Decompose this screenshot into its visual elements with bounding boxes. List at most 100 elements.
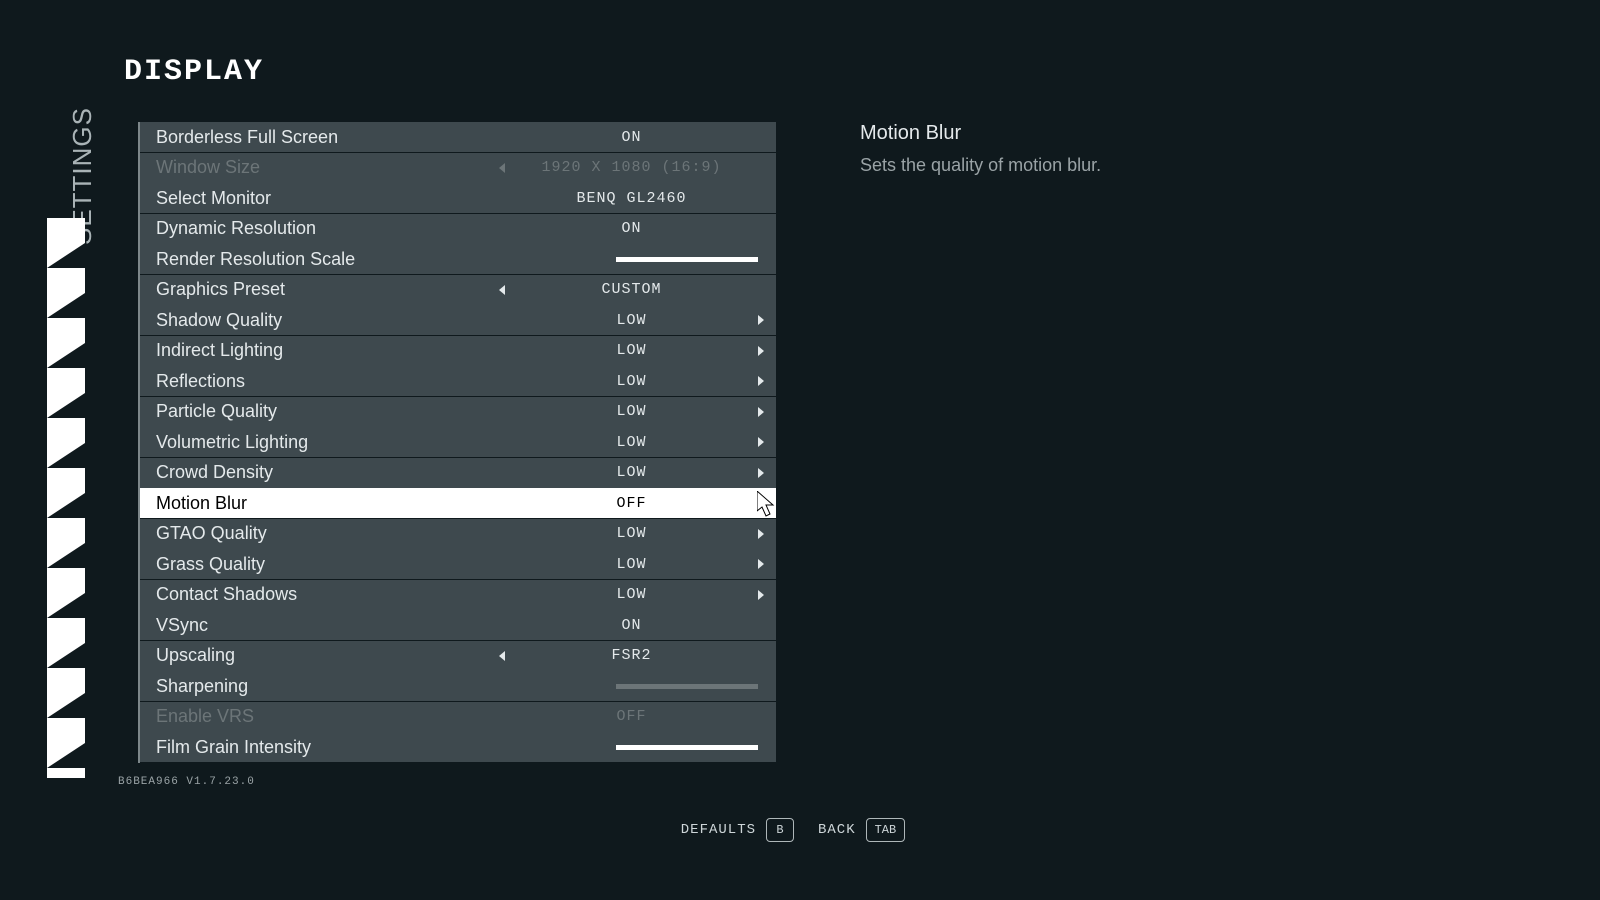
description-text: Sets the quality of motion blur. (860, 155, 1360, 176)
slider-track[interactable] (616, 745, 758, 750)
setting-row[interactable]: Sharpening (140, 671, 776, 701)
setting-value: LOW (616, 586, 646, 603)
back-keycap: TAB (866, 818, 906, 842)
setting-row[interactable]: Borderless Full Screen ON (140, 122, 776, 152)
setting-value-area: CUSTOM (499, 281, 764, 298)
setting-value: LOW (616, 525, 646, 542)
chevron-right-icon[interactable] (758, 529, 764, 539)
chevron-left-icon[interactable] (499, 285, 505, 295)
setting-value-area: LOW (499, 312, 764, 329)
setting-value: LOW (616, 342, 646, 359)
setting-label: Indirect Lighting (156, 340, 499, 361)
setting-value-area: LOW (499, 525, 764, 542)
setting-label: Dynamic Resolution (156, 218, 499, 239)
setting-row[interactable]: Indirect Lighting LOW (140, 336, 776, 366)
chevron-right-icon[interactable] (758, 407, 764, 417)
setting-value: LOW (616, 312, 646, 329)
setting-value: ON (621, 220, 641, 237)
slider-fill (616, 257, 758, 262)
setting-value-area: ON (499, 220, 764, 237)
setting-row: Enable VRSOFF (140, 702, 776, 732)
setting-value-area (499, 257, 764, 262)
setting-row[interactable]: Render Resolution Scale (140, 244, 776, 274)
setting-value: CUSTOM (601, 281, 661, 298)
setting-row: Window Size1920 X 1080 (16:9) (140, 153, 776, 183)
setting-row[interactable]: Crowd Density LOW (140, 458, 776, 488)
setting-label: Sharpening (156, 676, 499, 697)
setting-label: Contact Shadows (156, 584, 499, 605)
setting-label: Render Resolution Scale (156, 249, 499, 270)
setting-row[interactable]: Motion BlurOFF (140, 488, 776, 518)
setting-label: VSync (156, 615, 499, 636)
setting-value-area (499, 684, 764, 689)
setting-value-area: LOW (499, 556, 764, 573)
setting-label: Upscaling (156, 645, 499, 666)
setting-value-area: 1920 X 1080 (16:9) (499, 159, 764, 176)
setting-value: BENQ GL2460 (576, 190, 686, 207)
setting-value: 1920 X 1080 (16:9) (541, 159, 721, 176)
setting-label: Shadow Quality (156, 310, 499, 331)
setting-value: FSR2 (611, 647, 651, 664)
setting-value-area: OFF (499, 495, 764, 512)
setting-row[interactable]: VSync ON (140, 610, 776, 640)
setting-value: LOW (616, 434, 646, 451)
chevron-left-icon (499, 163, 505, 173)
defaults-button[interactable]: DEFAULTS (681, 822, 756, 838)
setting-value-area: FSR2 (499, 647, 764, 664)
setting-value-area: LOW (499, 434, 764, 451)
chevron-right-icon[interactable] (758, 498, 764, 508)
setting-row[interactable]: Contact Shadows LOW (140, 580, 776, 610)
description-title: Motion Blur (860, 122, 1360, 145)
slider-track[interactable] (616, 257, 758, 262)
chevron-right-icon[interactable] (758, 315, 764, 325)
setting-row[interactable]: Volumetric Lighting LOW (140, 427, 776, 457)
hazard-stripes-decoration (47, 218, 85, 778)
setting-value-area: OFF (499, 708, 764, 725)
setting-value: LOW (616, 373, 646, 390)
chevron-right-icon[interactable] (758, 468, 764, 478)
setting-value-area: ON (499, 617, 764, 634)
setting-row[interactable]: Reflections LOW (140, 366, 776, 396)
setting-label: Borderless Full Screen (156, 127, 499, 148)
chevron-right-icon[interactable] (758, 346, 764, 356)
setting-label: Volumetric Lighting (156, 432, 499, 453)
setting-value: ON (621, 617, 641, 634)
setting-row[interactable]: Grass QualityLOW (140, 549, 776, 579)
setting-label: Film Grain Intensity (156, 737, 499, 758)
setting-row[interactable]: Graphics PresetCUSTOM (140, 275, 776, 305)
settings-list: Borderless Full Screen ON Window Size1920 … (138, 122, 776, 763)
setting-value-area: LOW (499, 464, 764, 481)
chevron-left-icon[interactable] (499, 651, 505, 661)
setting-value: ON (621, 129, 641, 146)
chevron-right-icon[interactable] (758, 376, 764, 386)
setting-value: OFF (616, 495, 646, 512)
setting-row[interactable]: Dynamic Resolution ON (140, 214, 776, 244)
setting-value-area: LOW (499, 586, 764, 603)
defaults-keycap: B (766, 818, 794, 842)
setting-value-area: ON (499, 129, 764, 146)
setting-value-area: LOW (499, 342, 764, 359)
page-title: DISPLAY (124, 55, 264, 89)
version-string: B6BEA966 V1.7.23.0 (118, 776, 255, 788)
setting-value: LOW (616, 464, 646, 481)
setting-value-area: BENQ GL2460 (499, 190, 764, 207)
setting-label: Select Monitor (156, 188, 499, 209)
setting-row[interactable]: Select Monitor BENQ GL2460 (140, 183, 776, 213)
setting-row[interactable]: Upscaling FSR2 (140, 641, 776, 671)
setting-row[interactable]: Film Grain Intensity (140, 732, 776, 762)
chevron-right-icon[interactable] (758, 590, 764, 600)
setting-row[interactable]: Shadow Quality LOW (140, 305, 776, 335)
setting-label: Reflections (156, 371, 499, 392)
setting-value: LOW (616, 403, 646, 420)
setting-label: Crowd Density (156, 462, 499, 483)
slider-track[interactable] (616, 684, 758, 689)
back-button[interactable]: BACK (818, 822, 856, 838)
setting-row[interactable]: GTAO QualityLOW (140, 519, 776, 549)
chevron-right-icon[interactable] (758, 437, 764, 447)
setting-label: Particle Quality (156, 401, 499, 422)
footer: DEFAULTS B BACK TAB (0, 818, 1600, 842)
setting-value-area: LOW (499, 403, 764, 420)
chevron-right-icon[interactable] (758, 559, 764, 569)
setting-row[interactable]: Particle Quality LOW (140, 397, 776, 427)
setting-value: OFF (616, 708, 646, 725)
